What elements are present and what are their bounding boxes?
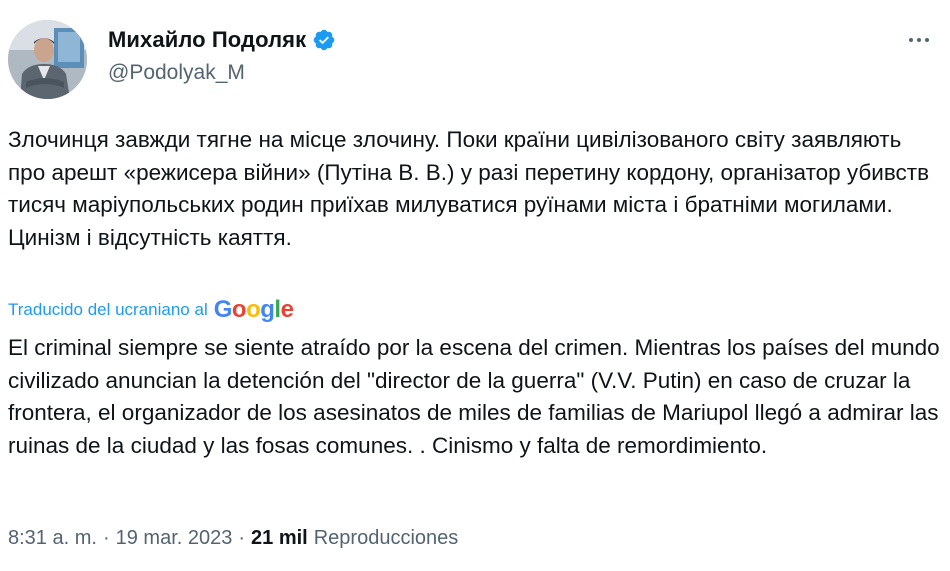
views-label: Reproducciones bbox=[313, 527, 459, 549]
tweet-translated-text: El criminal siempre se siente atraído po… bbox=[8, 335, 940, 458]
more-options-button[interactable] bbox=[904, 30, 934, 50]
tweet-original-text: Злочинця завжди тягне на місце злочину. … bbox=[8, 127, 930, 250]
name-row: Михайло Подоляк bbox=[108, 25, 336, 55]
meta-separator: · bbox=[238, 527, 246, 549]
more-dots-icon bbox=[909, 38, 929, 42]
tweet-date[interactable]: 19 mar. 2023 bbox=[116, 527, 233, 550]
tweet-meta: 8:31 a. m. · 19 mar. 2023 · 21 mil Repro… bbox=[8, 527, 458, 550]
user-handle[interactable]: @Podolyak_M bbox=[108, 61, 336, 85]
translation-attribution[interactable]: Traducido del ucraniano al Google bbox=[8, 296, 294, 324]
translation-attribution-label[interactable]: Traducido del ucraniano al bbox=[8, 300, 208, 320]
views-count: 21 mil bbox=[251, 527, 308, 549]
tweet-time[interactable]: 8:31 a. m. bbox=[8, 527, 97, 550]
author-block: Михайло Подоляк @Podolyak_M bbox=[108, 25, 336, 85]
tweet-card: Михайло Подоляк @Podolyak_M Злочинця зав… bbox=[0, 0, 950, 571]
display-name[interactable]: Михайло Подоляк bbox=[108, 27, 306, 53]
verified-badge-icon[interactable] bbox=[312, 28, 336, 52]
avatar[interactable] bbox=[8, 20, 87, 99]
google-logo: Google bbox=[213, 296, 294, 323]
meta-separator: · bbox=[102, 527, 110, 549]
